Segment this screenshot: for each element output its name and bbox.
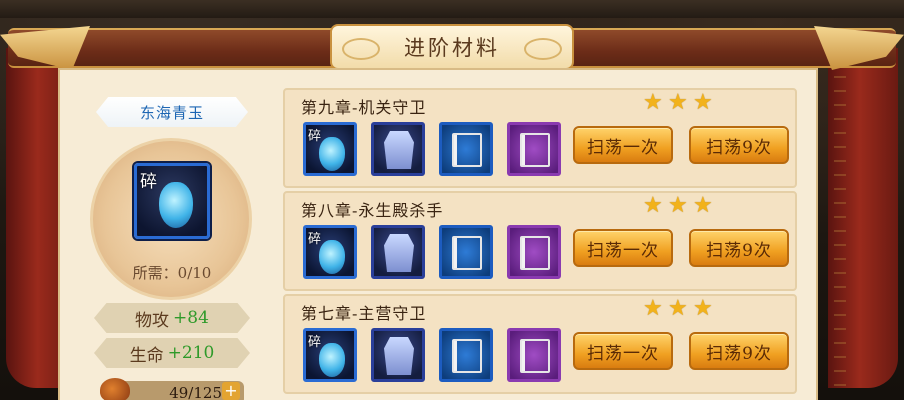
chapter-row: 第七章-主营守卫 ★ ★ ★ 碎 扫荡一次 扫荡9次 [283, 294, 797, 394]
drop-blue-book[interactable] [439, 225, 493, 279]
drop-jade-shard[interactable]: 碎 [303, 328, 357, 382]
sweep-nine-button[interactable]: 扫荡9次 [689, 332, 789, 370]
chapter-title: 第八章-永生殿杀手 [301, 201, 444, 220]
star-icon: ★ [643, 296, 663, 321]
shard-tag: 碎 [308, 335, 322, 350]
stat-attack: 物攻 +84 [94, 303, 250, 333]
star-rating: ★ ★ ★ [643, 195, 715, 217]
stat-label: 生命 [129, 345, 164, 366]
purple-book-icon [520, 236, 550, 270]
star-icon: ★ [643, 193, 663, 218]
jade-icon [319, 343, 345, 377]
shard-tag: 碎 [308, 232, 322, 247]
item-name: 东海青玉 [139, 103, 204, 122]
star-icon: ★ [668, 296, 688, 321]
star-icon: ★ [693, 296, 713, 321]
purple-book-icon [520, 339, 550, 373]
meat-icon [100, 378, 130, 400]
sweep-nine-button[interactable]: 扫荡9次 [689, 126, 789, 164]
chapter-row: 第九章-机关守卫 ★ ★ ★ 碎 扫荡一次 扫荡9次 [283, 88, 797, 188]
drop-blue-book[interactable] [439, 122, 493, 176]
drop-purple-book[interactable] [507, 225, 561, 279]
title-plate: 进阶材料 [330, 24, 574, 70]
blue-book-icon [452, 236, 482, 270]
star-icon: ★ [693, 193, 713, 218]
sweep-once-button[interactable]: 扫荡一次 [573, 332, 673, 370]
star-icon: ★ [668, 193, 688, 218]
drop-jade-shard[interactable]: 碎 [303, 122, 357, 176]
drop-bracers[interactable] [371, 328, 425, 382]
chapter-title: 第九章-机关守卫 [301, 98, 427, 117]
sweep-once-button[interactable]: 扫荡一次 [573, 126, 673, 164]
required-count: 所需：0/10 [132, 264, 212, 282]
stat-hp: 生命 +210 [94, 338, 250, 368]
star-icon: ★ [643, 90, 663, 115]
sweep-once-button[interactable]: 扫荡一次 [573, 229, 673, 267]
star-rating: ★ ★ ★ [643, 92, 715, 114]
drop-jade-shard[interactable]: 碎 [303, 225, 357, 279]
drop-purple-book[interactable] [507, 328, 561, 382]
dialog-title: 进阶材料 [404, 36, 500, 60]
stat-value: +210 [167, 343, 215, 363]
armor-icon [384, 131, 414, 169]
right-curtain [828, 48, 898, 388]
add-stamina-button[interactable]: + [222, 382, 240, 400]
blue-book-icon [452, 339, 482, 373]
bracers-icon [384, 337, 414, 375]
drop-purple-book[interactable] [507, 122, 561, 176]
blue-book-icon [452, 133, 482, 167]
stat-value: +84 [173, 308, 209, 328]
drop-bracers[interactable] [371, 225, 425, 279]
item-name-plate: 东海青玉 [96, 97, 248, 127]
sweep-nine-button[interactable]: 扫荡9次 [689, 229, 789, 267]
target-item-slot[interactable]: 碎 [134, 163, 210, 239]
drop-blue-book[interactable] [439, 328, 493, 382]
jade-icon [319, 137, 345, 171]
chapter-title: 第七章-主营守卫 [301, 304, 427, 323]
stat-label: 物攻 [135, 310, 170, 331]
bracers-icon [384, 234, 414, 272]
drop-armor[interactable] [371, 122, 425, 176]
shard-tag: 碎 [140, 172, 157, 192]
star-rating: ★ ★ ★ [643, 298, 715, 320]
star-icon: ★ [693, 90, 713, 115]
chapter-row: 第八章-永生殿杀手 ★ ★ ★ 碎 扫荡一次 扫荡9次 [283, 191, 797, 291]
purple-book-icon [520, 133, 550, 167]
jade-icon [159, 182, 193, 228]
shard-tag: 碎 [308, 129, 322, 144]
star-icon: ★ [668, 90, 688, 115]
jade-icon [319, 240, 345, 274]
top-status-strip [0, 0, 904, 18]
